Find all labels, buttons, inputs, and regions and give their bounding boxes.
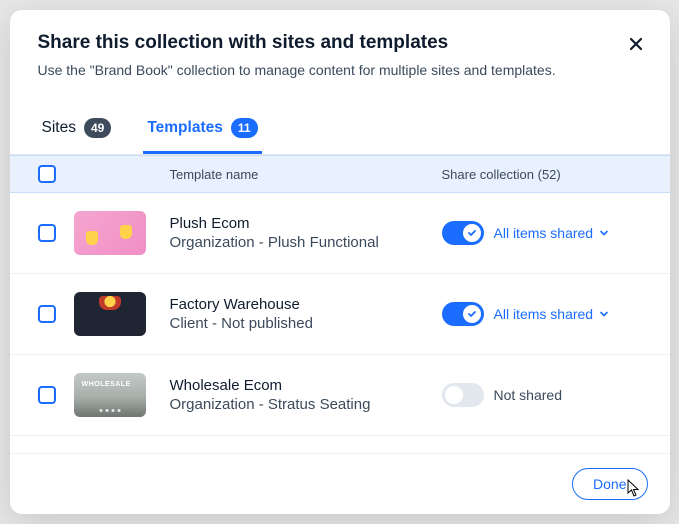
row-checkbox[interactable] (38, 305, 56, 323)
chevron-down-icon (599, 309, 609, 319)
tab-templates[interactable]: Templates 11 (143, 108, 261, 154)
modal-footer: Done (10, 453, 670, 514)
table-row: Factory Warehouse Client - Not published… (10, 274, 670, 355)
done-button[interactable]: Done (572, 468, 647, 500)
table-header: Template name Share collection (52) (10, 155, 670, 193)
template-subtitle: Organization - Plush Functional (170, 234, 442, 251)
tab-sites-count: 49 (84, 118, 111, 138)
modal-title: Share this collection with sites and tem… (38, 32, 642, 54)
check-icon (467, 228, 477, 238)
template-rows: Plush Ecom Organization - Plush Function… (10, 193, 670, 453)
template-title: Wholesale Ecom (170, 377, 442, 394)
close-button[interactable] (624, 32, 648, 59)
row-checkbox[interactable] (38, 224, 56, 242)
table-row: WHOLESALE Wholesale Ecom Organization - … (10, 355, 670, 436)
share-toggle[interactable] (442, 383, 484, 407)
share-status-dropdown[interactable]: All items shared (494, 225, 610, 241)
tabs: Sites 49 Templates 11 (10, 108, 670, 155)
tab-templates-count: 11 (231, 118, 258, 138)
share-status-label: Not shared (494, 387, 562, 403)
toggle-knob (463, 224, 481, 242)
share-toggle[interactable] (442, 302, 484, 326)
template-thumbnail (74, 211, 146, 255)
share-status-label: All items shared (494, 225, 594, 241)
column-template-name: Template name (170, 167, 442, 182)
check-icon (467, 309, 477, 319)
modal-subtitle: Use the "Brand Book" collection to manag… (38, 60, 642, 80)
tab-sites[interactable]: Sites 49 (38, 108, 116, 154)
share-status-dropdown[interactable]: All items shared (494, 306, 610, 322)
select-all-checkbox[interactable] (38, 165, 56, 183)
chevron-down-icon (599, 228, 609, 238)
tab-sites-label: Sites (42, 119, 76, 137)
modal-header: Share this collection with sites and tem… (10, 10, 670, 94)
template-title: Plush Ecom (170, 215, 442, 232)
table-row: Plush Ecom Organization - Plush Function… (10, 193, 670, 274)
share-toggle[interactable] (442, 221, 484, 245)
share-status-label: All items shared (494, 306, 594, 322)
close-icon (628, 40, 644, 55)
template-subtitle: Client - Not published (170, 315, 442, 332)
row-checkbox[interactable] (38, 386, 56, 404)
column-share-collection: Share collection (52) (442, 167, 642, 182)
template-title: Factory Warehouse (170, 296, 442, 313)
template-thumbnail: WHOLESALE (74, 373, 146, 417)
toggle-knob (463, 305, 481, 323)
toggle-knob (445, 386, 463, 404)
tab-templates-label: Templates (147, 119, 223, 137)
share-collection-modal: Share this collection with sites and tem… (10, 10, 670, 514)
template-subtitle: Organization - Stratus Seating (170, 396, 442, 413)
template-thumbnail (74, 292, 146, 336)
